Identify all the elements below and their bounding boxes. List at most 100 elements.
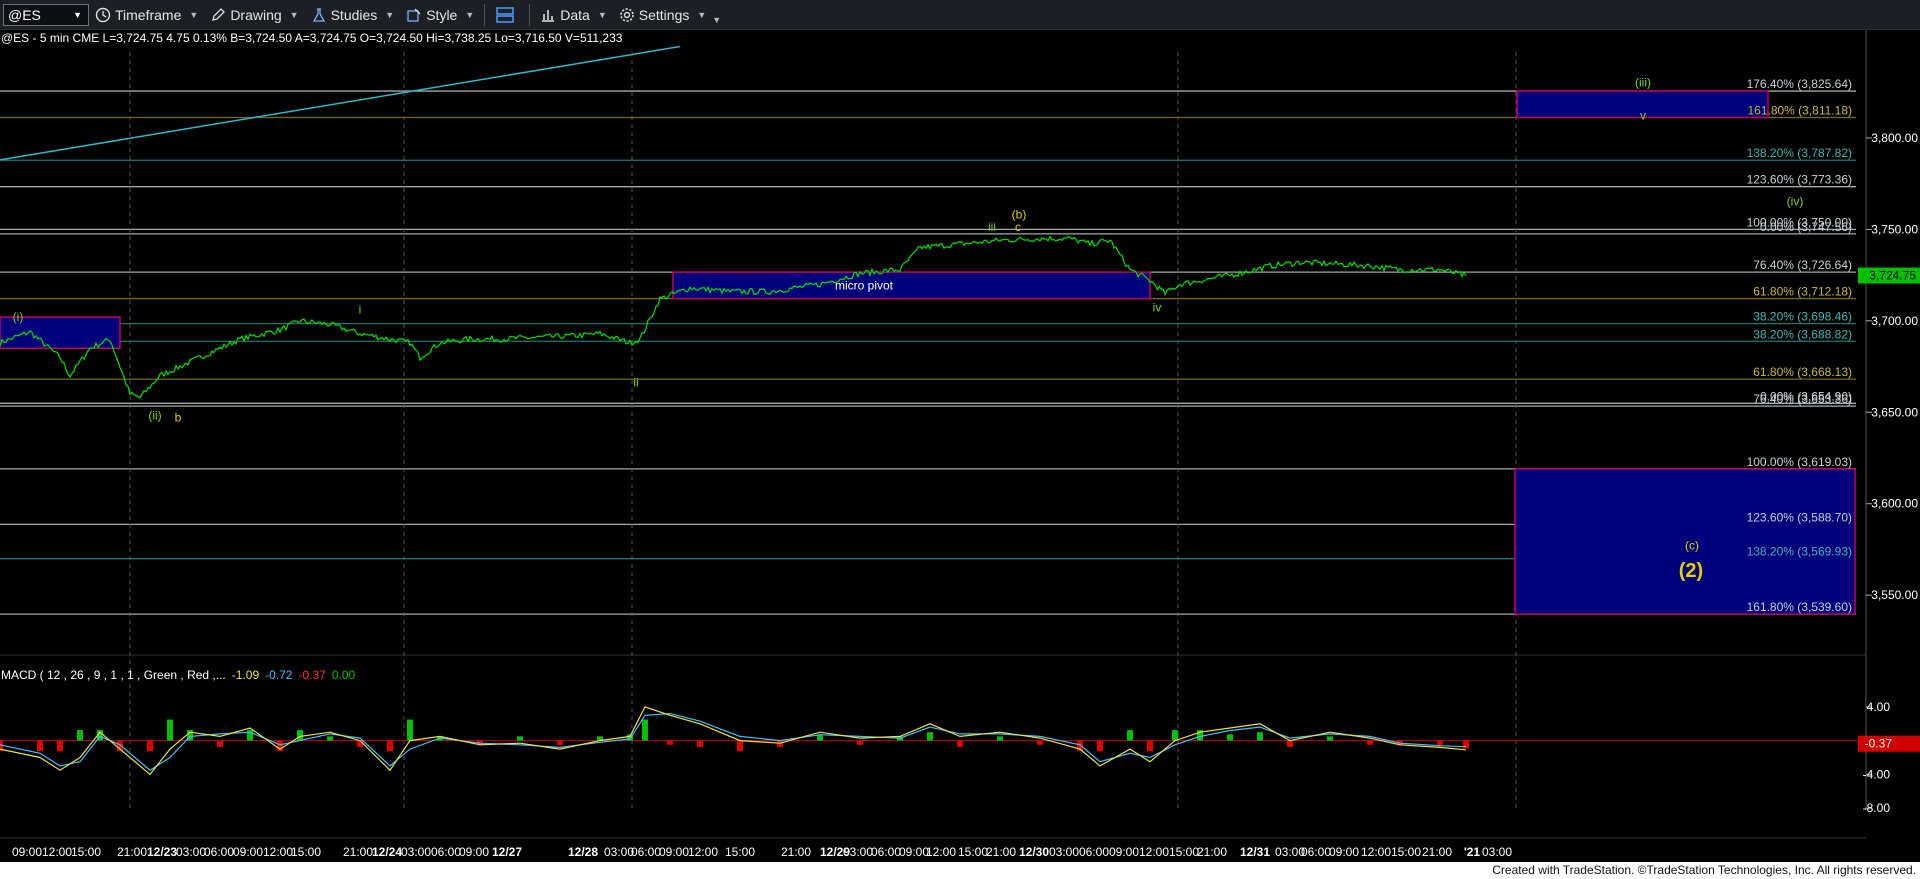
micro-pivot-box [672, 271, 1151, 300]
price-line [0, 235, 1467, 399]
time-tick-label: 09:00 [899, 845, 929, 859]
time-tick-label: 03:00 [604, 845, 634, 859]
settings-label[interactable]: Settings [639, 7, 690, 23]
price-tick-label: 3,700.00 [1871, 314, 1918, 328]
time-tick-label: 21:00 [343, 845, 373, 859]
macd-histogram-bar [1367, 740, 1373, 745]
time-tick-label: 03:00 [843, 845, 873, 859]
fib-label: 61.80% (3,668.13) [1753, 365, 1852, 379]
symbol-selector[interactable]: @ES ▼ [3, 3, 89, 26]
data-menu[interactable]: Data ▼ [534, 3, 613, 27]
price-tick-label: 3,600.00 [1871, 497, 1918, 511]
macd-histogram-bar [147, 740, 153, 752]
fib-label: 161.80% (3,539.60) [1747, 600, 1852, 614]
macd-pane [0, 706, 1866, 776]
time-tick-label: 12/28 [568, 845, 598, 859]
price-tick-label: 3,550.00 [1871, 588, 1918, 602]
settings-menu[interactable]: Settings ▼ [613, 3, 713, 27]
time-tick-label: 15:00 [958, 845, 988, 859]
macd-histogram-bar [697, 740, 703, 747]
price-series-layer [0, 235, 1467, 399]
time-tick-label: 09:00 [12, 845, 42, 859]
wave-label: ii [633, 376, 638, 390]
chevron-down-icon[interactable]: ▼ [385, 10, 394, 20]
time-tick-label: 09:00 [233, 845, 263, 859]
time-tick-label: 12/30 [1019, 845, 1049, 859]
macd-histogram-bar [857, 740, 863, 745]
layout-button[interactable] [489, 3, 525, 27]
wave-label: v [1640, 109, 1646, 123]
style-menu[interactable]: Style ▼ [400, 3, 480, 27]
time-tick-label: 12:00 [1139, 845, 1169, 859]
chart-area[interactable]: micro pivot (i)(ii) biiiiii(b)civ(iii)v(i… [0, 30, 1920, 862]
macd-axis[interactable]: 4.00 -4.00 -8.00 -0.37 [1858, 700, 1920, 815]
clock-icon [95, 7, 111, 22]
time-tick-label: 03:00 [401, 845, 431, 859]
trendline [0, 45, 681, 161]
drawing-label[interactable]: Drawing [230, 7, 281, 23]
fib-label: 38.20% (3,698.46) [1753, 310, 1852, 324]
macd-histogram-bar [407, 719, 413, 741]
trendline-layer [0, 45, 681, 161]
more-arrow-icon[interactable]: ▼ [712, 15, 721, 25]
data-label[interactable]: Data [560, 7, 590, 23]
macd-histogram-bar [77, 730, 83, 741]
chevron-down-icon[interactable]: ▼ [189, 10, 198, 20]
bar-chart-icon [542, 9, 555, 22]
time-tick-label: 03:00 [1049, 845, 1079, 859]
chevron-down-icon[interactable]: ▼ [73, 10, 82, 20]
macd-histogram-bar [297, 730, 303, 741]
last-price-label: 3,724.75 [1869, 269, 1916, 283]
time-tick-label: 03:00 [176, 845, 206, 859]
time-tick-label: 15:00 [1169, 845, 1199, 859]
macd-histogram-bar [1097, 740, 1103, 752]
macd-histogram-bar [642, 719, 648, 741]
time-tick-label: 12/27 [492, 845, 522, 859]
timeframe-label[interactable]: Timeframe [115, 7, 181, 23]
timeframe-menu[interactable]: Timeframe ▼ [89, 3, 204, 27]
time-tick-label: 03:00 [1482, 845, 1512, 859]
chevron-down-icon[interactable]: ▼ [598, 10, 607, 20]
time-axis[interactable]: 09:00 12:0015:00 21:00 12/2303:0006:0009:00… [12, 845, 1512, 859]
price-tick-label: 3,750.00 [1871, 222, 1918, 236]
drawing-menu[interactable]: Drawing ▼ [204, 3, 304, 27]
quote-line: @ES - 5 min CME L=3,724.75 4.75 0.13% B=… [1, 31, 623, 45]
chevron-down-icon[interactable]: ▼ [465, 10, 474, 20]
copyright-footer: Created with TradeStation. ©TradeStation… [0, 862, 1920, 879]
macd-histogram-bar [1037, 740, 1043, 745]
macd-histogram-bar [37, 740, 43, 752]
macd-histogram-bar [957, 740, 963, 747]
symbol-text[interactable]: @ES [8, 7, 41, 23]
studies-label[interactable]: Studies [331, 7, 378, 23]
price-tick-label: 3,650.00 [1871, 405, 1918, 419]
time-tick-label: 12/24 [372, 845, 402, 859]
divider [484, 3, 486, 26]
time-tick-label: 15:00 [1391, 845, 1421, 859]
price-axis[interactable]: 3,800.00 3,750.00 3,700.00 3,650.00 3,600.00… [1858, 30, 1920, 810]
macd-tick-label: 4.00 [1867, 700, 1891, 714]
macd-histogram-bar [217, 740, 223, 747]
time-tick-label: 21:00 [781, 845, 811, 859]
time-tick-label: 21:00 [117, 845, 147, 859]
wave-label: (c) [1685, 538, 1699, 552]
macd-histogram-bar [927, 732, 933, 741]
time-tick-label: 06:00 [204, 845, 234, 859]
time-tick-label: 12:00 [263, 845, 293, 859]
macd-histogram-bar [557, 740, 563, 745]
fib-label: 138.20% (3,569.93) [1747, 545, 1852, 559]
chevron-down-icon[interactable]: ▼ [697, 10, 706, 20]
time-tick-label: 21:00 [1422, 845, 1452, 859]
time-tick-label: 21:00 [1197, 845, 1227, 859]
fib-label: 123.60% (3,588.70) [1747, 510, 1852, 524]
macd-value-1: -1.09 [232, 668, 260, 682]
studies-menu[interactable]: Studies ▼ [305, 3, 401, 27]
fib-label: 61.80% (3,712.18) [1753, 285, 1852, 299]
fib-label: 76.40% (3,653.36) [1753, 392, 1852, 406]
fib-label: 176.40% (3,825.64) [1747, 77, 1852, 91]
toolbar: @ES ▼ Timeframe ▼ Drawing ▼ Studies ▼ St… [0, 0, 1920, 30]
macd-histogram-bar [1172, 730, 1178, 741]
style-label[interactable]: Style [426, 7, 457, 23]
wave-label: (ii) [148, 409, 161, 423]
time-tick-label: 12/31 [1240, 845, 1270, 859]
chevron-down-icon[interactable]: ▼ [290, 10, 299, 20]
